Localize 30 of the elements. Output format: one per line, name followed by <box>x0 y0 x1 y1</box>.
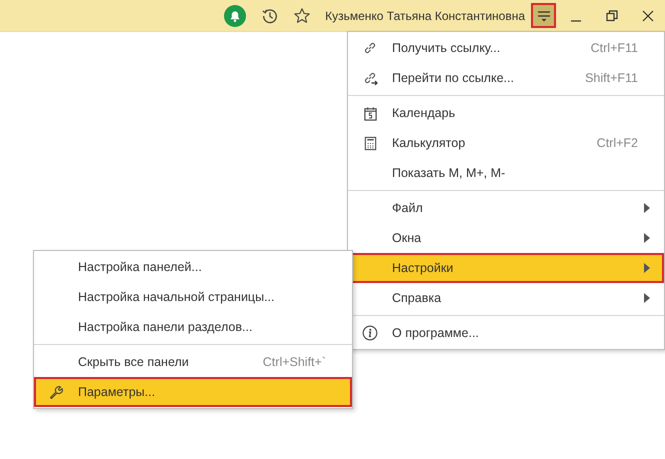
wrench-icon <box>48 384 64 400</box>
menu-item[interactable]: Калькулятор Ctrl+F2 <box>348 128 664 158</box>
menu-item[interactable]: Показать M, M+, M- <box>348 158 664 188</box>
user-name[interactable]: Кузьменко Татьяна Константиновна <box>325 8 525 22</box>
menu-button[interactable] <box>531 3 556 28</box>
info-icon <box>362 325 378 341</box>
calculator-icon <box>362 136 378 150</box>
restore-icon[interactable] <box>606 10 618 22</box>
shortcut-text: Ctrl+Shift+` <box>262 355 326 369</box>
submenu-arrow-icon <box>644 293 650 303</box>
menu-item[interactable]: Окна <box>348 223 664 253</box>
menu-item[interactable]: Скрыть все панели Ctrl+Shift+` <box>34 347 352 377</box>
shortcut-text: Shift+F11 <box>585 71 638 85</box>
shortcut-text: Ctrl+F11 <box>590 41 638 55</box>
close-icon[interactable] <box>642 10 654 22</box>
menu-item[interactable]: Файл <box>348 193 664 223</box>
submenu-arrow-icon <box>644 263 650 273</box>
menu-item[interactable]: Получить ссылку... Ctrl+F11 <box>348 33 664 63</box>
bell-icon[interactable] <box>224 4 246 26</box>
submenu-arrow-icon <box>644 233 650 243</box>
submenu-arrow-icon <box>644 203 650 213</box>
link-icon <box>362 40 378 56</box>
menu-item[interactable]: Перейти по ссылке... Shift+F11 <box>348 63 664 93</box>
menu-item[interactable]: Параметры... <box>34 377 352 407</box>
history-icon[interactable] <box>261 6 280 24</box>
menu-item[interactable]: Календарь <box>348 98 664 128</box>
star-icon[interactable] <box>293 6 312 24</box>
calendar-icon <box>362 106 378 120</box>
link-arrow-icon <box>362 70 378 86</box>
shortcut-text: Ctrl+F2 <box>596 136 638 150</box>
